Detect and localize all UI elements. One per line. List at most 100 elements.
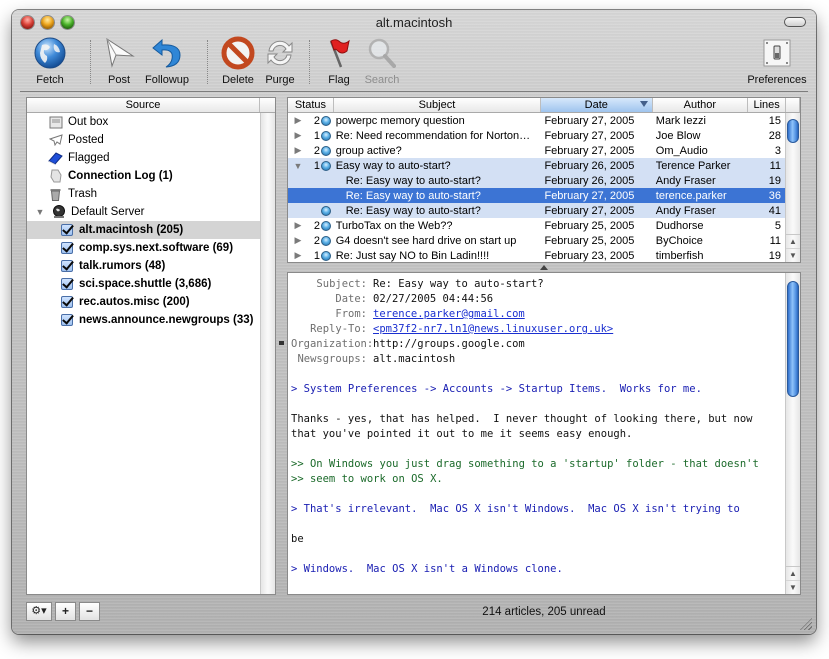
article-row[interactable]: Re: Easy way to auto-start? February 27, … [288,203,785,218]
subject-cell: Re: Easy way to auto-start? [345,174,481,187]
subscribed-checkbox[interactable] [61,296,73,308]
subject-cell: Re: Just say NO to Bin Ladin!!!! [335,249,490,262]
splitter-grip[interactable] [279,341,284,345]
preferences-label: Preferences [747,74,807,86]
main-window: alt.macintosh Fetch Post Followup Delete… [12,10,816,634]
article-list-pane: Status Subject Date Author Lines ▶ 2 power… [287,97,801,263]
article-row[interactable]: ▶ 2 group active? February 27, 2005 Om_Audio… [288,143,785,158]
message-scrollbar[interactable]: ▲ ▼ [785,273,800,594]
unread-dot-icon[interactable] [321,235,331,246]
source-item-posted[interactable]: Posted [27,131,260,149]
status-cell: ▶ 1 [288,250,334,262]
disclosure-collapsed-icon[interactable]: ▶ [291,115,305,126]
trash-icon [48,187,63,201]
disclosure-triangle-expanded-icon[interactable]: ▼ [35,207,45,217]
article-row[interactable]: ▼ 1 Easy way to auto-start? February 26, 20… [288,158,785,173]
disclosure-collapsed-icon[interactable]: ▶ [291,220,305,231]
reply-arrow-icon [152,38,181,68]
newsgroup-label: alt.macintosh (205) [79,224,184,236]
resize-grip[interactable] [800,618,812,630]
header-link[interactable]: <pm37f2-nr7.ln1@news.linuxuser.org.uk> [373,322,613,337]
add-button[interactable]: + [55,602,76,621]
subscribed-checkbox[interactable] [61,242,73,254]
article-row[interactable]: Re: Easy way to auto-start? February 27, … [288,188,785,203]
unread-dot-icon[interactable] [321,160,331,171]
source-list: Out box Posted Flagged Connection Log (1… [27,113,260,594]
status-cell: ▶ 2 [288,235,334,247]
pane-splitter[interactable] [540,265,548,271]
disclosure-collapsed-icon[interactable]: ▶ [291,235,305,246]
unread-dot-icon[interactable] [321,220,331,231]
article-row[interactable]: ▶ 2 powerpc memory question February 27, 20… [288,113,785,128]
scroll-down-arrow[interactable]: ▼ [786,581,800,594]
toolbar-toggle-button[interactable] [784,17,806,27]
source-item-trash[interactable]: Trash [27,185,260,203]
message-header-row: Reply-To: <pm37f2-nr7.ln1@news.linuxuser.… [291,322,785,337]
newsgroup-item[interactable]: news.announce.newgroups (33) [27,311,260,329]
scroll-down-arrow[interactable]: ▼ [786,249,800,262]
header-key: Newsgroups: [297,353,367,365]
subscribed-checkbox[interactable] [61,278,73,290]
source-item-connection-log[interactable]: Connection Log (1) [27,167,260,185]
article-row[interactable]: ▶ 1 Re: Just say NO to Bin Ladin!!!! Februa… [288,248,785,262]
disclosure-expanded-icon[interactable]: ▼ [291,161,305,171]
search-button[interactable]: Search [354,34,410,86]
scroll-up-arrow[interactable]: ▲ [786,567,800,581]
column-header-subject[interactable]: Subject [334,98,542,112]
column-header-date[interactable]: Date [541,98,653,112]
source-item-default-server[interactable]: ▼ Default Server [27,203,260,221]
newsgroup-item[interactable]: comp.sys.next.software (69) [27,239,260,257]
article-row[interactable]: ▶ 2 G4 doesn't see hard drive on start up F… [288,233,785,248]
disclosure-collapsed-icon[interactable]: ▶ [291,145,305,156]
column-header-lines[interactable]: Lines [748,98,787,112]
unread-dot-icon[interactable] [321,205,331,216]
source-column-header[interactable]: Source [27,98,260,112]
thread-count: 1 [313,129,320,142]
toolbar: Fetch Post Followup Delete Purge Flag Se… [20,34,808,92]
followup-button[interactable]: Followup [139,34,195,86]
remove-button[interactable]: − [79,602,100,621]
article-row[interactable]: ▶ 2 TurboTax on the Web?? February 25, 2005… [288,218,785,233]
newsgroup-item[interactable]: sci.space.shuttle (3,686) [27,275,260,293]
purge-button[interactable]: Purge [252,34,308,86]
thread-count: 1 [313,249,320,262]
unread-dot-icon[interactable] [321,130,331,141]
scroll-thumb[interactable] [787,119,799,143]
scroll-thumb[interactable] [787,281,799,397]
subscribed-checkbox[interactable] [61,260,73,272]
unread-dot-icon[interactable] [321,145,331,156]
unread-dot-icon[interactable] [321,250,331,261]
red-flag-icon [329,39,350,68]
disclosure-collapsed-icon[interactable]: ▶ [291,130,305,141]
date-cell: February 25, 2005 [544,219,635,232]
source-scrollbar[interactable] [260,113,275,594]
lines-cell: 11 [769,234,782,247]
action-menu-button[interactable]: ⚙▾ [26,602,52,621]
header-link[interactable]: terence.parker@gmail.com [373,307,525,322]
article-list-scrollbar[interactable]: ▲ ▼ [785,113,800,262]
source-item-outbox[interactable]: Out box [27,113,260,131]
disclosure-collapsed-icon[interactable]: ▶ [291,250,305,261]
fetch-button[interactable]: Fetch [22,34,78,86]
column-header-status[interactable]: Status [288,98,334,112]
newsgroup-item[interactable]: alt.macintosh (205) [27,221,260,239]
column-header-date-label: Date [584,99,608,111]
article-row[interactable]: Re: Easy way to auto-start? February 26, … [288,173,785,188]
magnifier-icon [368,38,396,68]
newsgroup-item[interactable]: rec.autos.misc (200) [27,293,260,311]
source-item-flagged[interactable]: Flagged [27,149,260,167]
subscribed-checkbox[interactable] [61,314,73,326]
author-cell: Terence Parker [655,159,731,172]
unread-dot-icon[interactable] [321,115,331,126]
article-row[interactable]: ▶ 1 Re: Need recommendation for Norton… Feb… [288,128,785,143]
server-globe-icon [51,205,66,219]
scroll-up-arrow[interactable]: ▲ [786,235,800,249]
column-header-author[interactable]: Author [653,98,749,112]
preferences-button[interactable]: Preferences [744,34,810,86]
newsgroup-item[interactable]: talk.rumors (48) [27,257,260,275]
subscribed-checkbox[interactable] [61,224,73,236]
message-pane: Subject: Re: Easy way to auto-start? Date:… [287,272,801,595]
